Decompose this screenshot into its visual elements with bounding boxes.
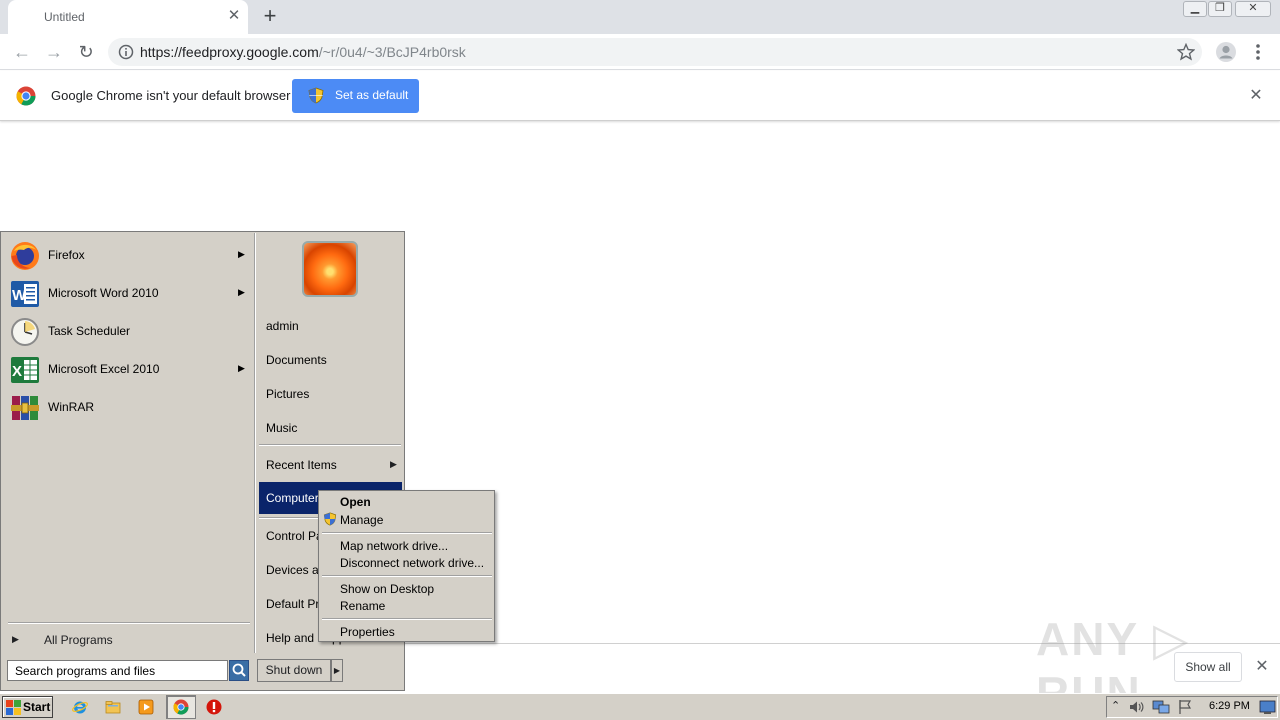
ctx-disconnect-network-drive[interactable]: Disconnect network drive... — [340, 556, 484, 570]
url-path: /~r/0u4/~3/BcJP4rb0rsk — [318, 44, 466, 60]
search-icon — [232, 663, 246, 677]
file-explorer-icon[interactable] — [105, 699, 121, 715]
shutdown-options-arrow-icon[interactable]: ▶ — [331, 659, 343, 682]
infobar-message: Google Chrome isn't your default browser — [51, 88, 291, 103]
internet-explorer-icon[interactable] — [72, 699, 88, 715]
new-tab-button[interactable]: + — [258, 4, 282, 28]
all-programs-link[interactable]: All Programs — [44, 633, 113, 647]
download-bar-close-icon[interactable]: ✕ — [1252, 656, 1272, 676]
stop-sign-icon[interactable] — [206, 699, 222, 715]
word-icon: W — [11, 281, 39, 307]
program-item-firefox[interactable]: Firefox ▶ — [6, 237, 251, 273]
back-icon[interactable]: ← — [10, 40, 34, 64]
search-button[interactable] — [229, 660, 249, 681]
bookmark-star-icon[interactable] — [1177, 43, 1195, 61]
close-window-button[interactable]: ✕ — [1235, 1, 1271, 17]
windows-logo-icon — [6, 700, 21, 715]
ctx-separator — [322, 532, 492, 534]
excel-icon: X — [11, 357, 39, 383]
uac-shield-icon — [323, 512, 337, 526]
ctx-show-on-desktop[interactable]: Show on Desktop — [340, 582, 434, 596]
ctx-separator — [322, 575, 492, 577]
program-label: Microsoft Word 2010 — [48, 286, 159, 300]
ctx-properties[interactable]: Properties — [340, 625, 395, 639]
start-item-admin[interactable]: admin — [266, 319, 299, 333]
media-player-icon[interactable] — [138, 699, 154, 715]
action-center-flag-icon[interactable] — [1177, 699, 1193, 715]
set-as-default-button[interactable]: Set as default — [292, 79, 419, 113]
reload-icon[interactable]: ↻ — [74, 40, 98, 64]
program-item-winrar[interactable]: WinRAR — [6, 389, 251, 425]
show-all-button[interactable]: Show all — [1174, 652, 1242, 682]
svg-text:X: X — [12, 363, 22, 380]
browser-tab[interactable]: Untitled ✕ — [8, 0, 248, 34]
program-label: Task Scheduler — [48, 324, 131, 338]
show-desktop-icon[interactable] — [1259, 699, 1276, 715]
start-item-recent[interactable]: Recent Items — [266, 458, 337, 472]
winrar-icon — [11, 396, 39, 420]
menu-kebab-icon[interactable] — [1253, 43, 1263, 61]
start-item-documents[interactable]: Documents — [266, 353, 327, 367]
submenu-arrow-icon: ▶ — [238, 249, 245, 259]
chrome-icon — [173, 699, 189, 715]
start-menu-divider — [254, 233, 256, 653]
start-button[interactable]: Start — [2, 696, 53, 718]
ctx-map-network-drive[interactable]: Map network drive... — [340, 539, 448, 553]
all-programs-arrow-icon: ▶ — [12, 634, 19, 644]
start-item-music[interactable]: Music — [266, 421, 297, 435]
url-host: https://feedproxy.google.com — [140, 44, 319, 60]
start-label: Start — [23, 700, 51, 714]
program-label: Firefox — [48, 248, 85, 262]
restore-button[interactable]: ❐ — [1208, 1, 1232, 17]
shutdown-button[interactable]: Shut down — [257, 659, 331, 682]
tab-close-icon[interactable]: ✕ — [224, 6, 244, 26]
submenu-arrow-icon: ▶ — [238, 287, 245, 297]
taskbar-chrome-button[interactable] — [166, 695, 196, 719]
start-item-pictures[interactable]: Pictures — [266, 387, 309, 401]
minimize-button[interactable]: ▁ — [1183, 1, 1207, 17]
volume-icon[interactable] — [1128, 699, 1144, 715]
submenu-arrow-icon: ▶ — [390, 459, 397, 469]
ctx-manage[interactable]: Manage — [340, 513, 383, 527]
program-label: Microsoft Excel 2010 — [48, 362, 160, 376]
tab-title: Untitled — [44, 10, 85, 24]
computer-label: Computer — [266, 491, 319, 505]
show-hidden-icons-icon[interactable]: ⌃ — [1111, 699, 1120, 712]
all-programs-separator — [8, 622, 250, 624]
profile-avatar-icon[interactable] — [1215, 41, 1237, 63]
site-info-icon[interactable] — [118, 44, 134, 60]
chrome-logo-icon — [16, 86, 36, 106]
forward-icon[interactable]: → — [42, 40, 66, 64]
program-item-excel[interactable]: X Microsoft Excel 2010 ▶ — [6, 351, 251, 387]
set-as-default-label: Set as default — [335, 88, 409, 102]
url-text[interactable]: https://feedproxy.google.com/~r/0u4/~3/B… — [140, 44, 466, 60]
ctx-open[interactable]: Open — [340, 495, 371, 509]
clock[interactable]: 6:29 PM — [1209, 700, 1250, 712]
program-label: WinRAR — [48, 400, 95, 414]
program-item-task-scheduler[interactable]: Task Scheduler — [6, 313, 251, 349]
uac-shield-icon — [308, 87, 324, 104]
ctx-separator — [322, 618, 492, 620]
user-picture[interactable] — [302, 241, 358, 297]
program-item-word[interactable]: W Microsoft Word 2010 ▶ — [6, 275, 251, 311]
network-icon[interactable] — [1152, 699, 1170, 715]
infobar-close-icon[interactable]: ✕ — [1246, 86, 1266, 106]
submenu-arrow-icon: ▶ — [238, 363, 245, 373]
ctx-rename[interactable]: Rename — [340, 599, 385, 613]
start-right-separator — [259, 444, 401, 446]
task-scheduler-icon — [11, 318, 39, 346]
firefox-icon — [11, 242, 39, 270]
svg-text:W: W — [12, 287, 27, 304]
start-search-placeholder: Search programs and files — [15, 664, 156, 678]
